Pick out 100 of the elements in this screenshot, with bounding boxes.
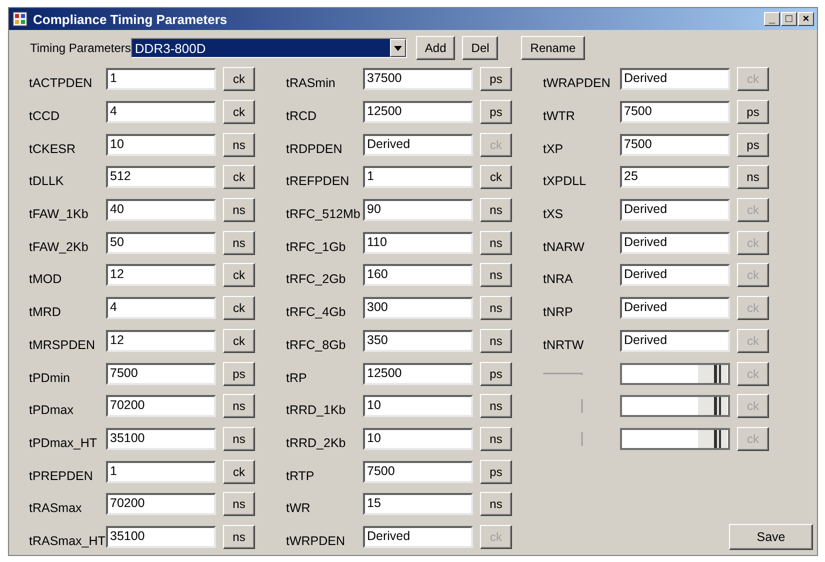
parameter-label: tRTP (286, 468, 316, 483)
parameter-label: tACTPDEN (29, 75, 94, 90)
parameter-label: tPDmax_HT (29, 434, 98, 450)
unit-button[interactable]: ns (480, 263, 512, 288)
parameter-label: tRASmin (286, 75, 336, 90)
parameter-label: tRFC_2Gb (286, 271, 347, 286)
unit-button[interactable]: ns (223, 230, 255, 255)
value-field[interactable]: 35100 (106, 428, 216, 450)
parameter-label: tRFC_1Gb (286, 238, 347, 254)
maximize-button[interactable]: □ (781, 12, 797, 26)
value-field[interactable]: 90 (363, 199, 473, 222)
slider-field[interactable] (620, 428, 730, 450)
value-field[interactable]: 10 (363, 428, 473, 450)
parameter-label: tWTR (543, 108, 576, 124)
value-field[interactable]: 12 (106, 330, 216, 352)
parameter-label: tNRA (543, 271, 574, 286)
unit-button[interactable]: ns (223, 426, 255, 451)
unit-button[interactable]: ck (223, 100, 255, 124)
unit-button[interactable]: ps (480, 67, 512, 92)
parameter-label: tRRD_2Kb (286, 434, 347, 450)
parameter-label: tWR (286, 500, 312, 516)
unit-button[interactable]: ps (223, 362, 255, 386)
value-field[interactable]: 110 (363, 232, 473, 254)
unit-button[interactable]: ps (480, 362, 512, 386)
unit-button[interactable]: ck (223, 165, 255, 190)
value-field[interactable]: 15 (363, 493, 473, 516)
value-field[interactable]: 1 (363, 166, 473, 188)
unit-button[interactable]: ps (480, 460, 512, 484)
unit-button[interactable]: ns (223, 198, 255, 222)
slider-field[interactable] (620, 395, 730, 418)
unit-button[interactable]: ns (223, 132, 255, 157)
unit-button[interactable]: ns (737, 165, 769, 190)
value-field[interactable]: 7500 (620, 134, 730, 156)
parameter-label: tPDmax (29, 402, 74, 418)
unit-button[interactable]: ps (737, 132, 769, 157)
value-field[interactable]: 4 (106, 101, 216, 124)
line-mark-icon (581, 432, 583, 446)
line-mark-icon (543, 372, 583, 376)
toolbar-button[interactable]: Del (462, 36, 498, 60)
close-button[interactable]: × (798, 12, 814, 26)
value-field[interactable]: 1 (106, 460, 216, 483)
slider-field[interactable] (620, 362, 730, 385)
unit-button[interactable]: ns (480, 394, 512, 418)
unit-button[interactable]: ns (480, 328, 512, 353)
value-field[interactable]: 7500 (106, 362, 216, 385)
parameter-label: tXP (543, 140, 564, 156)
unit-button[interactable]: ns (480, 198, 512, 222)
toolbar-button[interactable]: Add (416, 36, 456, 60)
value-field[interactable]: 7500 (363, 460, 473, 483)
unit-button[interactable]: ns (223, 394, 255, 418)
value-field[interactable]: 160 (363, 264, 473, 286)
parameter-label: tMOD (29, 271, 63, 286)
minimize-button[interactable]: _ (764, 12, 780, 26)
unit-button[interactable]: ns (480, 230, 512, 255)
value-field[interactable]: 512 (106, 166, 216, 188)
unit-button[interactable]: ck (223, 296, 255, 320)
value-field[interactable]: 37500 (363, 68, 473, 90)
parameter-label: tRASmax (29, 500, 83, 516)
value-field[interactable]: 350 (363, 330, 473, 352)
timing-parameters-label: Timing Parameters (30, 41, 131, 55)
value-field[interactable]: 12500 (363, 362, 473, 385)
parameter-label: tXPDLL (543, 173, 588, 188)
value-field[interactable]: 1 (106, 68, 216, 90)
unit-button[interactable]: ck (223, 263, 255, 288)
unit-button[interactable]: ck (223, 460, 255, 484)
value-field[interactable]: 4 (106, 297, 216, 320)
parameter-label: tRRD_1Kb (286, 402, 347, 418)
value-field[interactable]: 300 (363, 297, 473, 320)
value-field[interactable]: 12 (106, 264, 216, 286)
window-title: Compliance Timing Parameters (33, 12, 228, 26)
line-mark-icon (581, 399, 583, 414)
unit-button[interactable]: ns (223, 492, 255, 516)
value-field[interactable]: 70200 (106, 395, 216, 418)
unit-button[interactable]: ns (480, 492, 512, 516)
unit-button[interactable]: ps (737, 100, 769, 124)
value-field[interactable]: 25 (620, 166, 730, 188)
parameter-label: tXS (543, 206, 564, 222)
unit-button[interactable]: ck (223, 67, 255, 92)
parameter-label: tMRD (29, 304, 62, 320)
save-button[interactable]: Save (729, 524, 813, 550)
value-field[interactable]: 70200 (106, 493, 216, 516)
timing-combo-box[interactable]: DDR3-800D (130, 38, 407, 58)
parameter-label: tRP (286, 370, 308, 385)
unit-button[interactable]: ck (223, 328, 255, 353)
unit-button[interactable]: ps (480, 100, 512, 124)
value-field[interactable]: 10 (106, 134, 216, 156)
unit-button[interactable]: ck (480, 165, 512, 190)
dropdown-arrow-icon (394, 46, 402, 50)
unit-button[interactable]: ns (223, 524, 255, 549)
value-field[interactable]: 50 (106, 232, 216, 254)
value-field[interactable]: 35100 (106, 526, 216, 548)
value-field[interactable]: 10 (363, 395, 473, 418)
toolbar-button[interactable]: Rename (521, 36, 585, 60)
unit-button[interactable]: ns (480, 296, 512, 320)
value-field[interactable]: 12500 (363, 101, 473, 124)
parameter-label: tRFC_512Mb (286, 206, 362, 222)
value-field[interactable]: 40 (106, 199, 216, 222)
value-field[interactable]: 7500 (620, 101, 730, 124)
parameter-label: tFAW_2Kb (29, 238, 90, 254)
unit-button[interactable]: ns (480, 426, 512, 451)
